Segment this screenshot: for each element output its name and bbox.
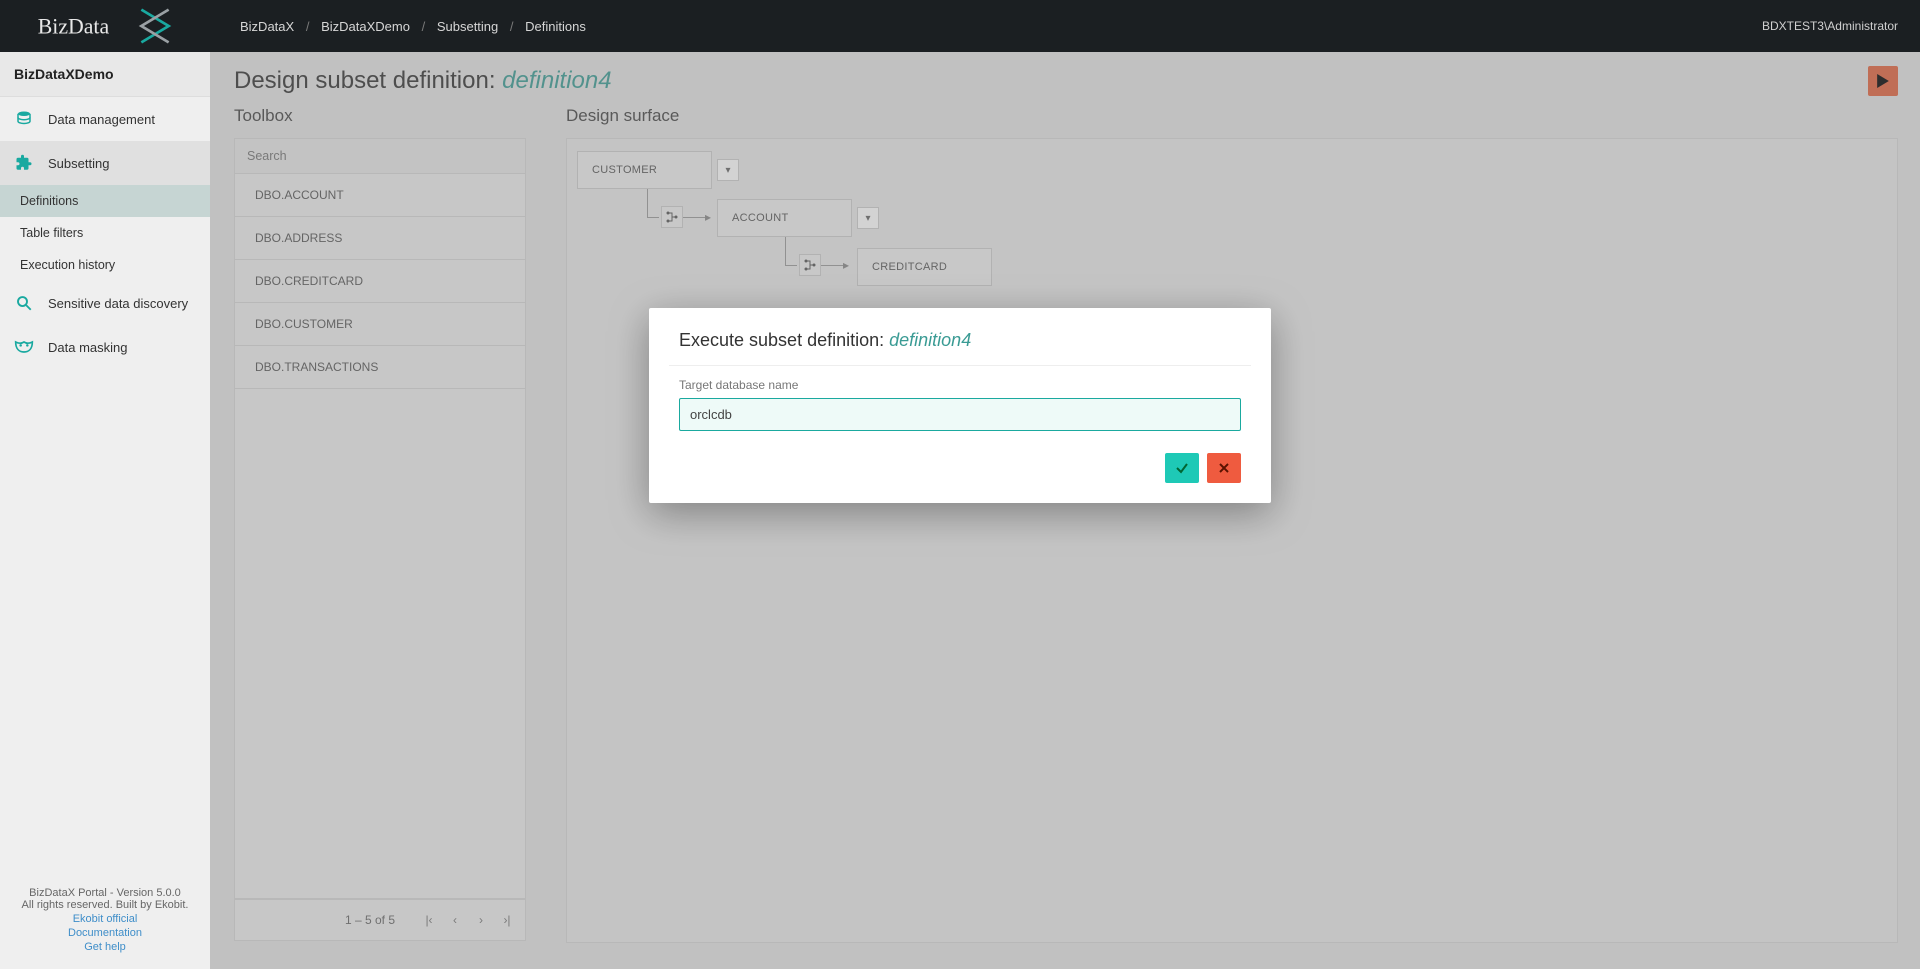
target-db-label: Target database name [679, 378, 1241, 392]
sidebar-sub-definitions[interactable]: Definitions [0, 185, 210, 217]
target-db-input[interactable] [679, 398, 1241, 431]
footer-version: BizDataX Portal - Version 5.0.0 [6, 887, 204, 899]
confirm-button[interactable] [1165, 453, 1199, 483]
footer-rights: All rights reserved. Built by Ekobit. [6, 899, 204, 911]
modal-scrim[interactable] [210, 52, 1920, 969]
mask-icon [14, 337, 34, 357]
puzzle-icon [14, 153, 34, 173]
sidebar-sub-table-filters[interactable]: Table filters [0, 217, 210, 249]
sidebar-item-data-masking[interactable]: Data masking [0, 325, 210, 369]
database-icon [14, 109, 34, 129]
sidebar-item-sensitive-data[interactable]: Sensitive data discovery [0, 281, 210, 325]
breadcrumb: BizDataX / BizDataXDemo / Subsetting / D… [236, 19, 590, 34]
close-icon [1218, 462, 1230, 474]
sidebar-item-label: Data masking [48, 340, 127, 355]
footer-link-docs[interactable]: Documentation [6, 927, 204, 939]
app-logo[interactable]: BizData [0, 0, 210, 52]
sidebar-item-subsetting[interactable]: Subsetting [0, 141, 210, 185]
breadcrumb-item[interactable]: Definitions [525, 19, 586, 34]
execute-modal: Execute subset definition: definition4 T… [649, 308, 1271, 503]
user-label: BDXTEST3\Administrator [1762, 19, 1898, 33]
footer-link-ekobit[interactable]: Ekobit official [6, 913, 204, 925]
check-icon [1175, 461, 1189, 475]
search-icon [14, 293, 34, 313]
modal-title: Execute subset definition: definition4 [679, 330, 1241, 351]
sidebar-item-data-management[interactable]: Data management [0, 97, 210, 141]
sidebar: BizDataXDemo Data management Subsetting … [0, 52, 210, 969]
sidebar-item-label: Data management [48, 112, 155, 127]
topbar: BizData BizDataX / BizDataXDemo / Subset… [0, 0, 1920, 52]
project-name: BizDataXDemo [0, 52, 210, 97]
sidebar-sub-execution-history[interactable]: Execution history [0, 249, 210, 281]
breadcrumb-item[interactable]: Subsetting [437, 19, 498, 34]
breadcrumb-item[interactable]: BizDataX [240, 19, 294, 34]
sidebar-footer: BizDataX Portal - Version 5.0.0 All righ… [0, 877, 210, 969]
sidebar-item-label: Subsetting [48, 156, 109, 171]
cancel-button[interactable] [1207, 453, 1241, 483]
svg-text:BizData: BizData [38, 14, 110, 38]
sidebar-item-label: Sensitive data discovery [48, 296, 188, 311]
breadcrumb-item[interactable]: BizDataXDemo [321, 19, 410, 34]
footer-link-help[interactable]: Get help [6, 941, 204, 953]
